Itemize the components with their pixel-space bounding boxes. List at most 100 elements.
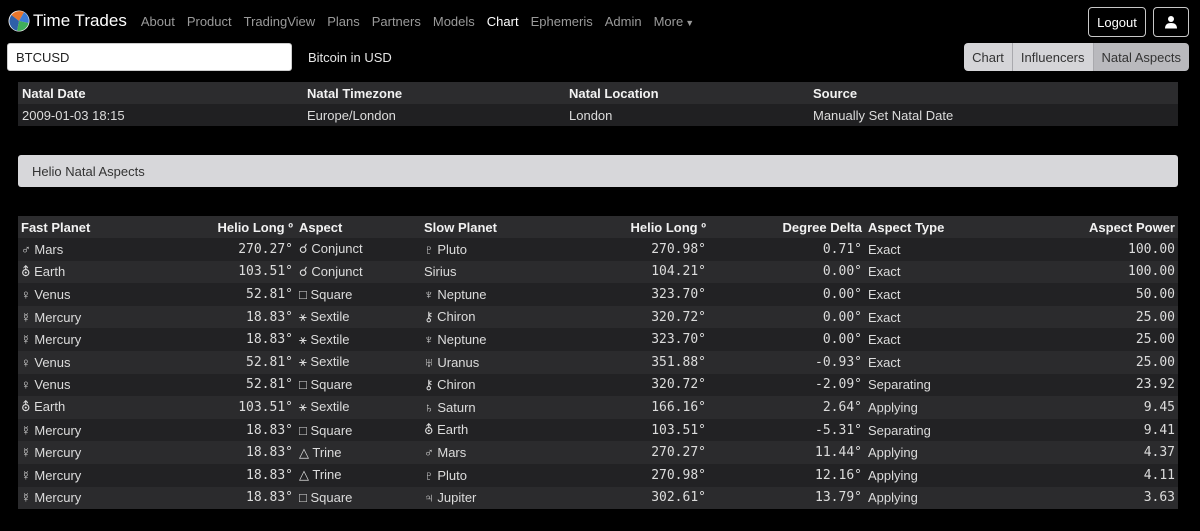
aspect-power-cell: 25.00 (985, 305, 1178, 329)
nav-link-chart[interactable]: Chart (487, 14, 519, 29)
aspect-type-cell: Exact (865, 260, 985, 284)
slow-helio-long-cell: 270.98° (551, 463, 709, 487)
table-row: ☿ Mercury 18.83° △ Trine ♂ Mars 270.27° 11.44… (18, 441, 1178, 464)
brand[interactable]: Time Trades (8, 10, 127, 32)
nav-link-about[interactable]: About (141, 14, 175, 29)
nav-link-product[interactable]: Product (187, 14, 232, 29)
slow-planet-cell: ♂ Mars (421, 441, 551, 464)
aspect-type-cell: Exact (865, 305, 985, 329)
nav-link-models[interactable]: Models (433, 14, 475, 29)
slow-planet-cell: ⚷ Chiron (421, 305, 551, 329)
aspects-header-row: Fast Planet Helio Long º Aspect Slow Pla… (18, 216, 1178, 238)
aspect-power-cell: 4.11 (985, 463, 1178, 487)
nav-link-admin[interactable]: Admin (605, 14, 642, 29)
slow-helio-long-cell: 323.70° (551, 283, 709, 306)
degree-delta-cell: -2.09° (709, 373, 865, 397)
nav-link-plans[interactable]: Plans (327, 14, 360, 29)
fast-planet-cell: ☿ Mercury (18, 418, 158, 442)
natal-source-cell: Manually Set Natal Date (809, 104, 1178, 126)
slow-helio-long-header: Helio Long º (551, 216, 709, 238)
natal-timezone-header: Natal Timezone (303, 82, 565, 104)
slow-helio-long-cell: 320.72° (551, 373, 709, 397)
aspect-cell: □ Square (296, 486, 421, 510)
aspect-cell: ☌ Conjunct (296, 260, 421, 284)
natal-aspects-view-button[interactable]: Natal Aspects (1093, 43, 1189, 71)
aspect-type-cell: Separating (865, 373, 985, 397)
degree-delta-cell: 0.00° (709, 305, 865, 329)
nav-link-more[interactable]: More ▼ (654, 14, 695, 29)
aspect-type-cell: Applying (865, 396, 985, 419)
brand-logo-icon (8, 10, 30, 32)
fast-planet-cell: ⛢ Earth (18, 260, 158, 284)
influencers-view-button[interactable]: Influencers (1012, 43, 1094, 71)
logout-button[interactable]: Logout (1088, 7, 1146, 37)
aspect-type-cell: Separating (865, 418, 985, 442)
natal-header-row: Natal Date Natal Timezone Natal Location… (18, 82, 1178, 104)
symbol-description: Bitcoin in USD (308, 50, 392, 65)
fast-planet-cell: ☿ Mercury (18, 305, 158, 329)
fast-helio-long-cell: 270.27° (158, 238, 296, 261)
aspect-type-cell: Exact (865, 238, 985, 261)
natal-date-cell: 2009-01-03 18:15 (18, 104, 303, 126)
fast-planet-cell: ☿ Mercury (18, 328, 158, 351)
natal-timezone-cell: Europe/London (303, 104, 565, 126)
symbol-toolbar: Bitcoin in USD Chart Influencers Natal A… (0, 43, 1200, 75)
natal-data-row: 2009-01-03 18:15 Europe/London London Ma… (18, 104, 1178, 126)
aspect-power-cell: 3.63 (985, 486, 1178, 510)
view-button-group: Chart Influencers Natal Aspects (964, 43, 1189, 71)
aspect-cell: ⚹ Sextile (296, 305, 421, 329)
aspect-cell: △ Trine (296, 463, 421, 487)
slow-planet-cell: ♆ Neptune (421, 328, 551, 351)
table-row: ☿ Mercury 18.83° ⚹ Sextile ⚷ Chiron 320.72° 0… (18, 305, 1178, 329)
aspect-power-cell: 100.00 (985, 238, 1178, 261)
chart-view-button[interactable]: Chart (964, 43, 1013, 71)
degree-delta-header: Degree Delta (709, 216, 865, 238)
degree-delta-cell: 0.00° (709, 328, 865, 351)
aspect-type-header: Aspect Type (865, 216, 985, 238)
aspect-cell: ⚹ Sextile (296, 396, 421, 419)
aspect-power-cell: 23.92 (985, 373, 1178, 397)
table-row: ☿ Mercury 18.83° □ Square ♃ Jupiter 302.61° 1… (18, 486, 1178, 510)
fast-helio-long-cell: 103.51° (158, 396, 296, 419)
fast-planet-cell: ☿ Mercury (18, 486, 158, 510)
degree-delta-cell: 0.71° (709, 238, 865, 261)
aspect-cell: □ Square (296, 418, 421, 442)
natal-source-header: Source (809, 82, 1178, 104)
natal-date-header: Natal Date (18, 82, 303, 104)
degree-delta-cell: 2.64° (709, 396, 865, 419)
natal-info-table: Natal Date Natal Timezone Natal Location… (18, 82, 1178, 126)
aspect-cell: □ Square (296, 373, 421, 397)
user-button[interactable] (1153, 7, 1189, 37)
aspect-cell: □ Square (296, 283, 421, 306)
degree-delta-cell: -5.31° (709, 418, 865, 442)
nav-actions: Logout (1088, 7, 1189, 37)
degree-delta-cell: 0.00° (709, 283, 865, 306)
symbol-input[interactable] (7, 43, 292, 71)
fast-planet-cell: ☿ Mercury (18, 463, 158, 487)
fast-helio-long-cell: 52.81° (158, 283, 296, 306)
table-row: ⛢ Earth 103.51° ⚹ Sextile ♄ Saturn 166.16° 2.… (18, 396, 1178, 419)
fast-helio-long-cell: 18.83° (158, 328, 296, 351)
aspect-power-cell: 25.00 (985, 350, 1178, 374)
user-icon (1165, 16, 1177, 29)
slow-helio-long-cell: 104.21° (551, 260, 709, 284)
degree-delta-cell: 0.00° (709, 260, 865, 284)
nav-link-partners[interactable]: Partners (372, 14, 421, 29)
slow-planet-cell: ♆ Neptune (421, 283, 551, 306)
brand-name: Time Trades (33, 11, 127, 30)
aspect-header: Aspect (296, 216, 421, 238)
slow-helio-long-cell: 302.61° (551, 486, 709, 510)
section-title: Helio Natal Aspects (18, 155, 1178, 187)
table-row: ♂ Mars 270.27° ☌ Conjunct ♇ Pluto 270.98° 0.7… (18, 238, 1178, 261)
aspect-type-cell: Exact (865, 328, 985, 351)
slow-planet-cell: ♄ Saturn (421, 396, 551, 419)
fast-helio-long-cell: 18.83° (158, 486, 296, 510)
nav-link-ephemeris[interactable]: Ephemeris (531, 14, 593, 29)
slow-planet-cell: Sirius (421, 260, 551, 284)
nav-link-tradingview[interactable]: TradingView (244, 14, 316, 29)
slow-helio-long-cell: 323.70° (551, 328, 709, 351)
aspects-table-body: ♂ Mars 270.27° ☌ Conjunct ♇ Pluto 270.98° 0.7… (18, 238, 1178, 510)
aspect-power-header: Aspect Power (985, 216, 1178, 238)
fast-helio-long-header: Helio Long º (158, 216, 296, 238)
slow-helio-long-cell: 166.16° (551, 396, 709, 419)
